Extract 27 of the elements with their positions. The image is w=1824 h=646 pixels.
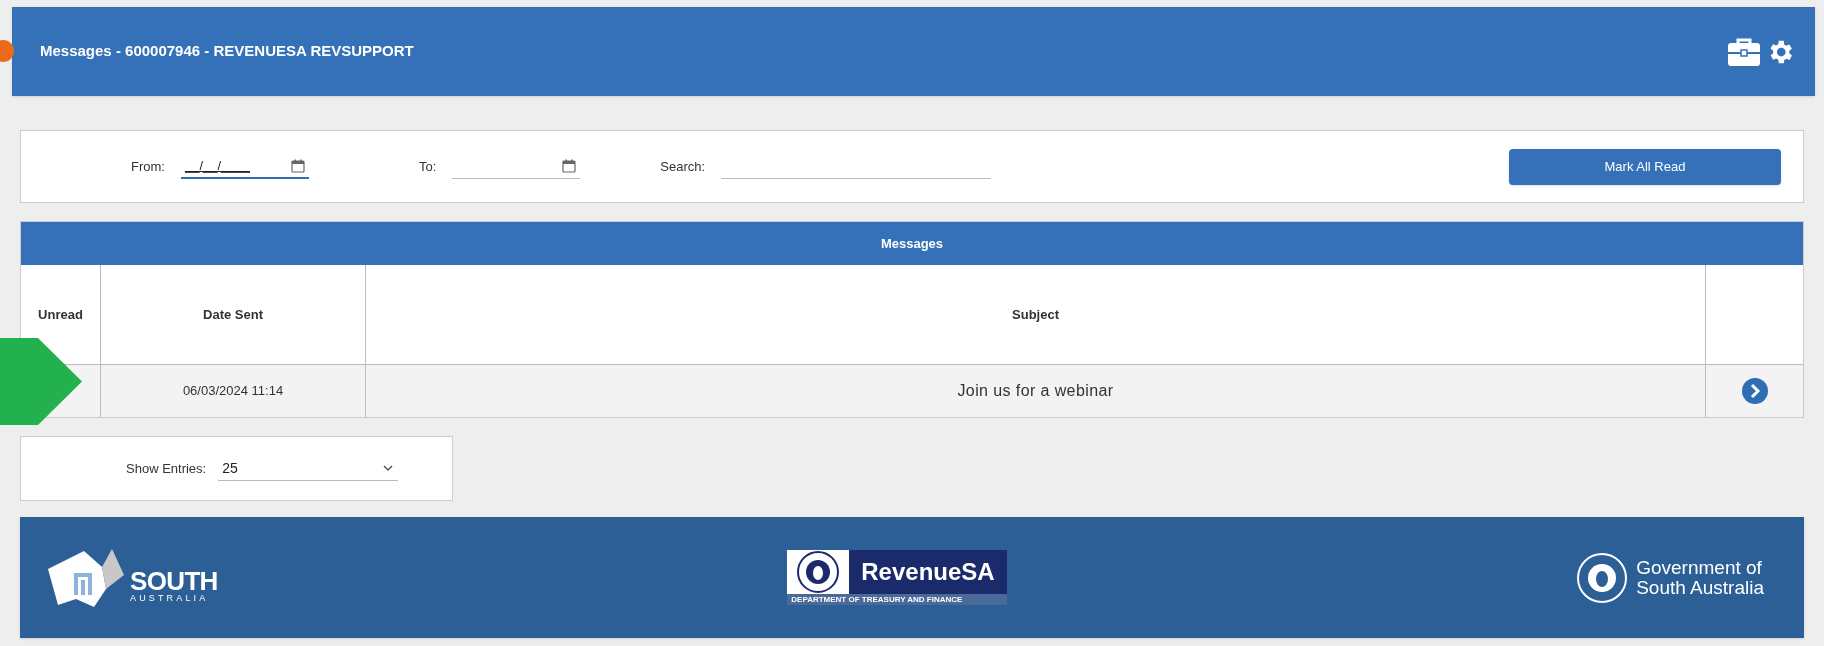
window-title: Messages - 600007946 - REVENUESA REVSUPPORT <box>40 41 414 62</box>
briefcase-icon[interactable] <box>1727 36 1761 67</box>
field-label: From: <box>131 157 165 176</box>
calendar-icon[interactable] <box>562 159 577 173</box>
table-title: Messages <box>880 234 944 253</box>
field-label: Search: <box>660 157 706 176</box>
table-cell: Join us for a webinar <box>366 365 1706 417</box>
logo-text: SOUTH <box>130 567 218 594</box>
calendar-icon[interactable] <box>290 158 305 173</box>
field-label: To: <box>418 157 437 176</box>
entries-dropdown[interactable]: 25 <box>218 456 399 481</box>
seal-icon <box>1576 551 1629 604</box>
field-label: Show Entries: <box>126 459 207 478</box>
logo-text: RevenueSA <box>861 557 995 587</box>
logo-subtext: AUSTRALIA <box>130 593 210 603</box>
chevron-down-icon <box>382 464 395 472</box>
mark-all-read-button[interactable]: Mark All Read <box>1509 148 1781 185</box>
table-cell: 06/03/2024 11:14 <box>101 365 366 417</box>
logo-subtext: DEPARTMENT OF TREASURY AND FINANCE <box>787 594 1007 605</box>
map-logo-icon <box>46 548 126 607</box>
column-header: Date Sent <box>101 265 366 364</box>
date-field[interactable]: __/__/____ <box>180 154 309 179</box>
logo-text: Government of <box>1636 557 1763 578</box>
chevron-right-icon[interactable] <box>1740 377 1769 405</box>
column-header: Subject <box>366 265 1706 364</box>
date-value: __/__/____ <box>184 156 251 175</box>
logo-text: South Australia <box>1636 577 1764 598</box>
